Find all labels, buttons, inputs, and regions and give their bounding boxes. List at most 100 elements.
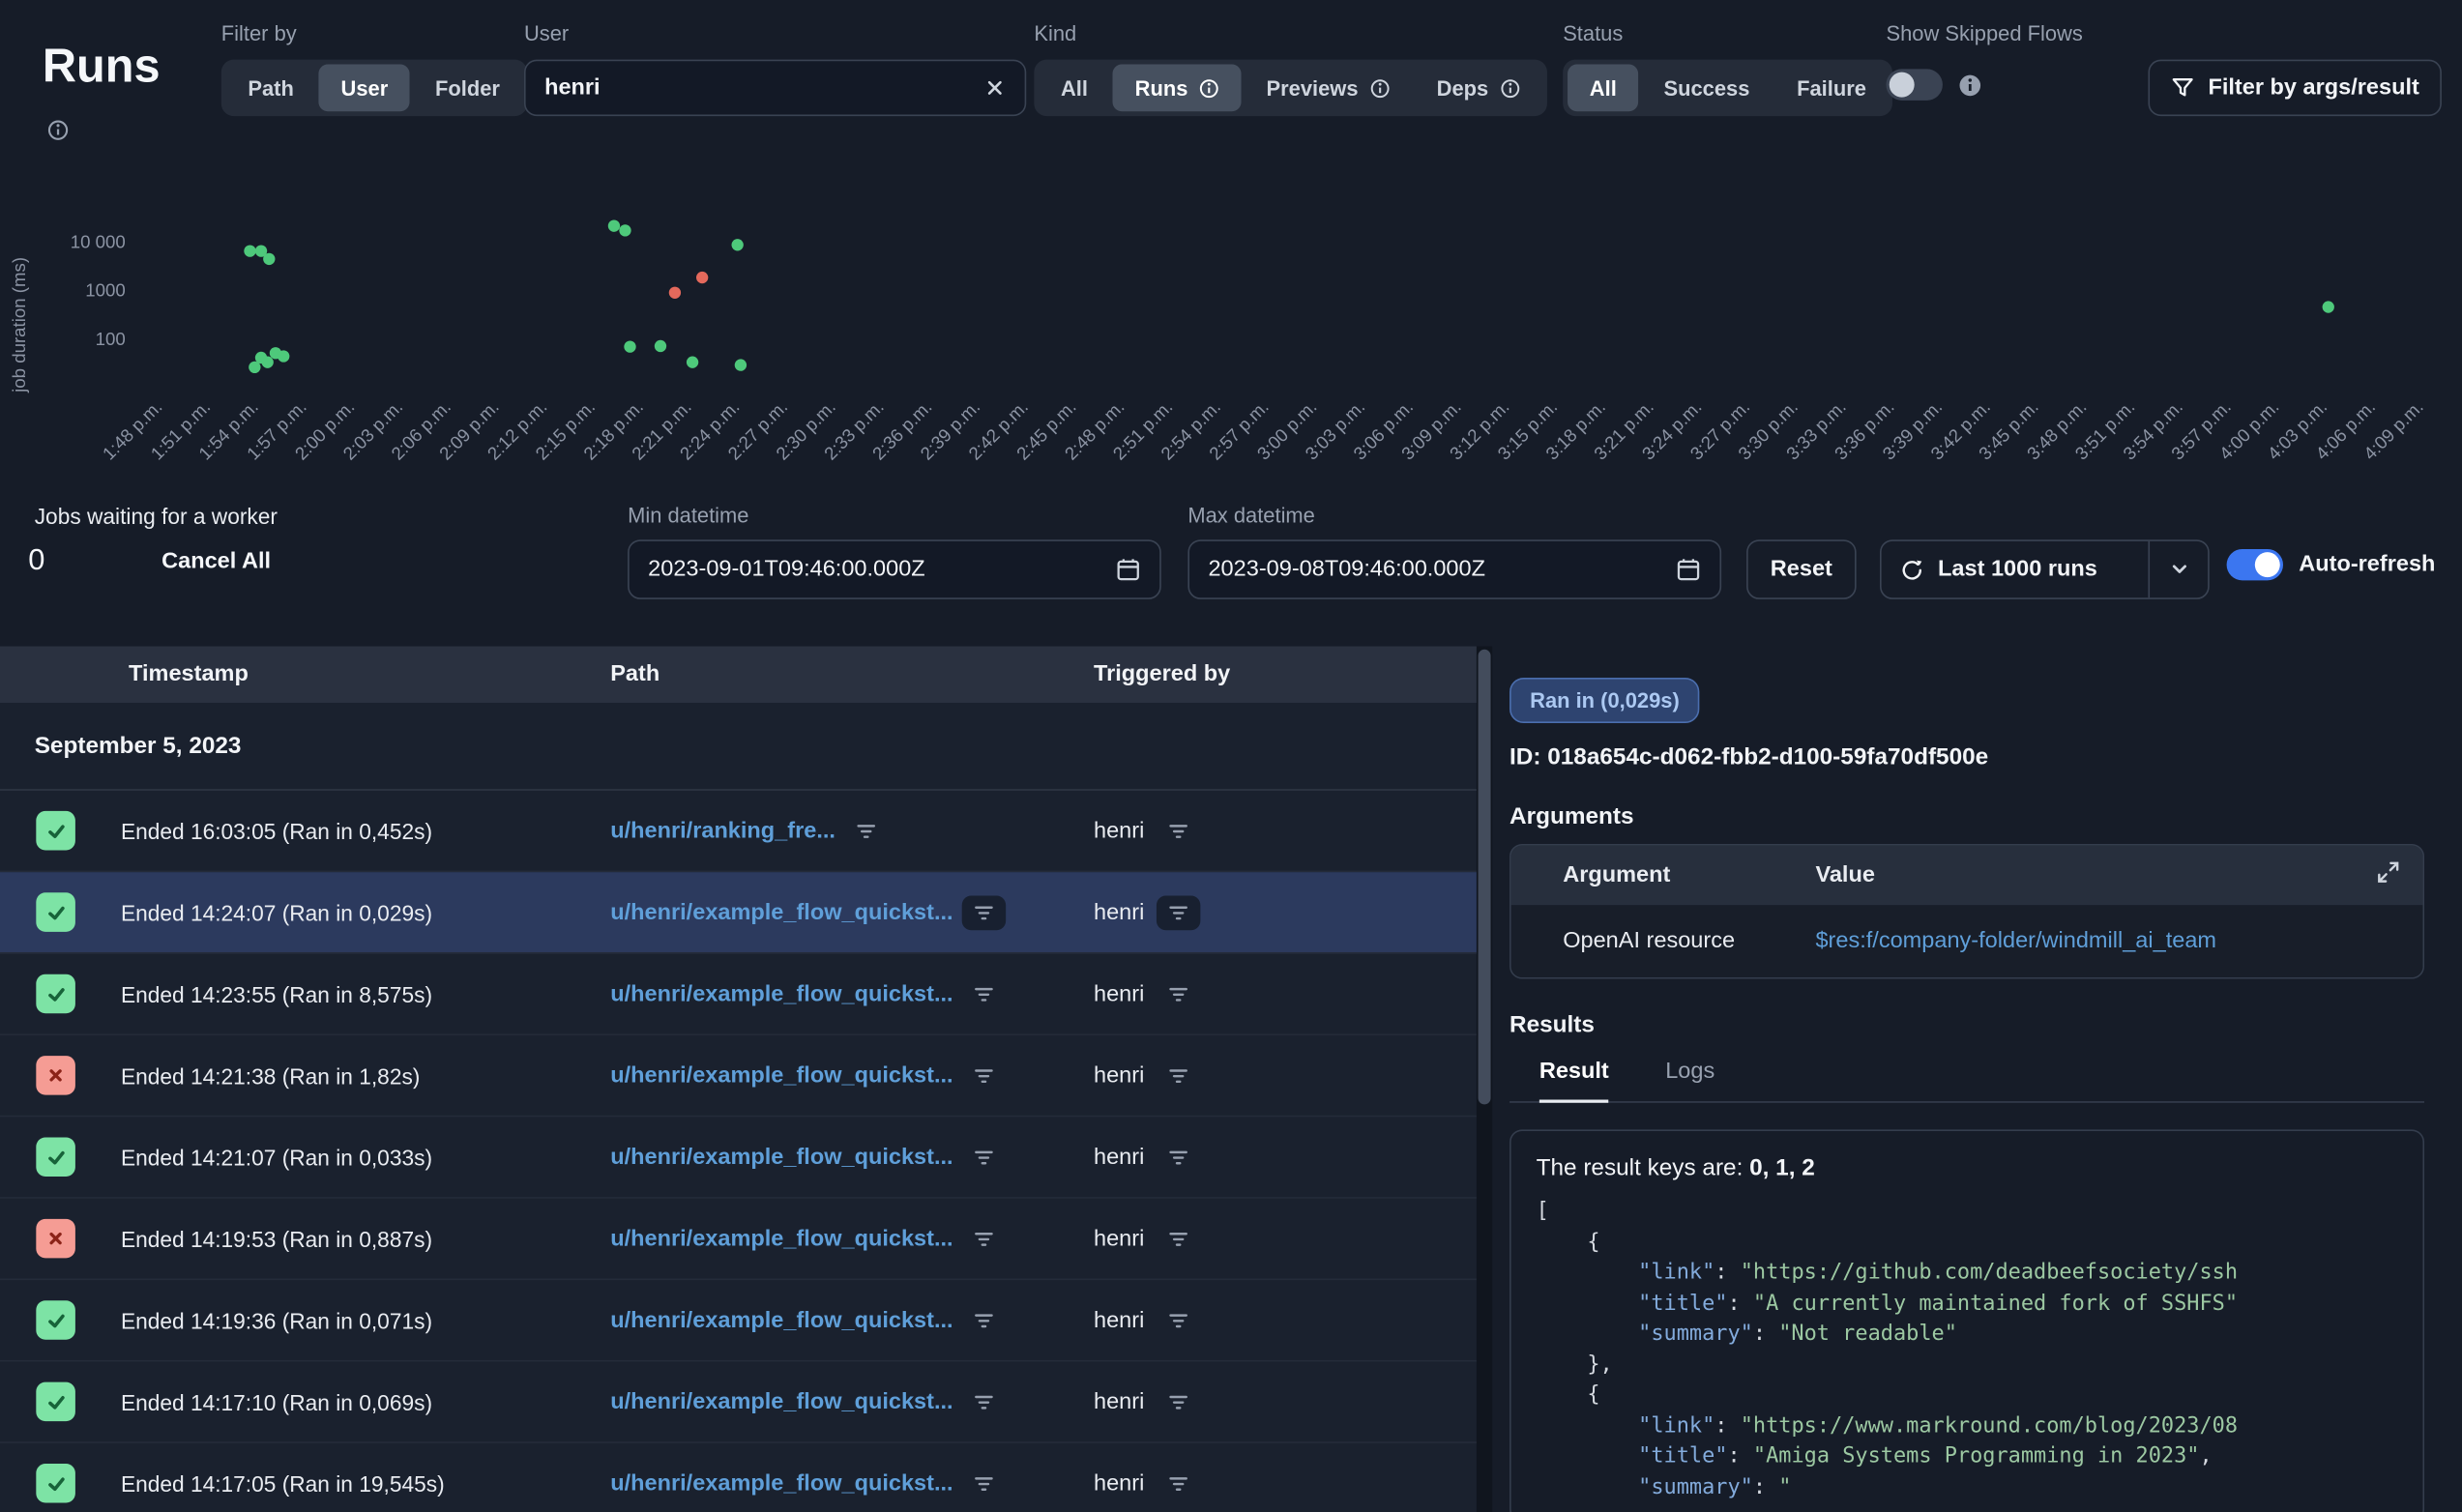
triggered-by-filter-icon[interactable] [1157,1140,1200,1175]
run-path-link[interactable]: u/henri/example_flow_quickst... [610,1145,953,1170]
status-all-button[interactable]: All [1568,65,1638,112]
path-filter-icon[interactable] [962,1384,1006,1419]
reset-button[interactable]: Reset [1746,539,1857,599]
run-path-link[interactable]: u/henri/example_flow_quickst... [610,900,953,925]
triggered-by-filter-icon[interactable] [1157,1466,1200,1500]
table-row[interactable]: Ended 14:17:10 (Ran in 0,069s)u/henri/ex… [0,1361,1477,1442]
filter-by-folder-button[interactable]: Folder [413,65,521,112]
kind-all-button[interactable]: All [1039,65,1109,112]
kind-previews-button[interactable]: Previews [1245,65,1412,112]
code-line: "summary": " [1537,1472,2398,1503]
min-datetime-input[interactable] [648,557,1116,582]
toggle-knob [1890,73,1915,98]
kind-group: All Runs Previews Deps [1034,60,1546,116]
info-icon[interactable] [1958,73,1981,96]
path-filter-icon[interactable] [962,1466,1006,1500]
svg-text:100: 100 [96,329,126,349]
run-path-link[interactable]: u/henri/ranking_fre... [610,818,835,843]
tab-logs[interactable]: Logs [1665,1059,1715,1102]
filter-by-user-button[interactable]: User [319,65,410,112]
column-triggered-by: Triggered by [1094,662,1477,687]
failure-x-icon [36,1219,75,1259]
result-tabs: Result Logs [1509,1059,2424,1102]
table-row[interactable]: Ended 14:21:07 (Ran in 0,033s)u/henri/ex… [0,1117,1477,1198]
user-input[interactable] [544,75,983,101]
run-triggered-by: henri [1094,900,1144,925]
table-row[interactable]: Ended 14:23:55 (Ran in 8,575s)u/henri/ex… [0,954,1477,1035]
path-filter-icon[interactable] [962,1221,1006,1256]
min-datetime-label: Min datetime [628,504,748,527]
run-triggered-by: henri [1094,818,1144,843]
success-check-icon [36,974,75,1014]
jobs-waiting-count: 0 [28,544,44,579]
calendar-icon[interactable] [1116,557,1141,582]
code-line: [ [1537,1197,2398,1228]
path-filter-icon[interactable] [962,1140,1006,1175]
info-icon[interactable] [47,119,70,141]
table-row[interactable]: Ended 14:17:05 (Ran in 19,545s)u/henri/e… [0,1443,1477,1512]
date-group-row: September 5, 2023 [0,703,1477,791]
auto-refresh-toggle[interactable] [2227,549,2283,580]
status-label: Status [1563,22,1623,45]
path-filter-icon[interactable] [962,1303,1006,1338]
status-success-button[interactable]: Success [1642,65,1772,112]
run-path-link[interactable]: u/henri/example_flow_quickst... [610,1062,953,1088]
run-triggered-by: henri [1094,1470,1144,1496]
filter-by-args-result-button[interactable]: Filter by args/result [2148,60,2441,116]
run-path-link[interactable]: u/henri/example_flow_quickst... [610,981,953,1006]
triggered-by-filter-icon[interactable] [1157,976,1200,1011]
auto-refresh-control: Auto-refresh [2227,549,2436,580]
triggered-by-filter-icon[interactable] [1157,1303,1200,1338]
run-path-link[interactable]: u/henri/example_flow_quickst... [610,1389,953,1414]
scrollbar-thumb[interactable] [1479,650,1491,1105]
triggered-by-filter-icon[interactable] [1157,1059,1200,1093]
triggered-by-filter-icon[interactable] [1157,813,1200,848]
argument-row: OpenAI resource $res:f/company-folder/wi… [1511,905,2423,977]
jobs-waiting-label: Jobs waiting for a worker [35,504,278,529]
code-line: "title": "A currently maintained fork of… [1537,1289,2398,1320]
failure-x-icon [36,1056,75,1095]
status-failure-button[interactable]: Failure [1774,65,1888,112]
table-row[interactable]: Ended 14:21:38 (Ran in 1,82s)u/henri/exa… [0,1035,1477,1117]
code-line: { [1537,1381,2398,1411]
result-viewer: The result keys are: 0, 1, 2 [ { "link":… [1509,1129,2424,1512]
table-row[interactable]: Ended 14:24:07 (Ran in 0,029s)u/henri/ex… [0,872,1477,953]
expand-icon[interactable] [2376,859,2401,890]
triggered-by-filter-icon[interactable] [1157,895,1200,930]
path-filter-icon[interactable] [845,813,889,848]
table-row[interactable]: Ended 16:03:05 (Ran in 0,452s)u/henri/ra… [0,791,1477,872]
filter-by-path-button[interactable]: Path [226,65,316,112]
run-path-link[interactable]: u/henri/example_flow_quickst... [610,1226,953,1251]
run-path-link[interactable]: u/henri/example_flow_quickst... [610,1308,953,1333]
user-label: User [524,22,569,45]
kind-label: Kind [1034,22,1076,45]
cancel-all-button[interactable]: Cancel All [161,549,271,574]
run-timestamp: Ended 14:24:07 (Ran in 0,029s) [75,900,610,925]
path-filter-icon[interactable] [962,976,1006,1011]
chevron-down-icon[interactable] [2148,541,2208,597]
argument-value-link[interactable]: $res:f/company-folder/windmill_ai_team [1815,929,2216,954]
run-path-link[interactable]: u/henri/example_flow_quickst... [610,1470,953,1496]
table-scrollbar[interactable] [1477,647,1492,1512]
table-row[interactable]: Ended 14:19:53 (Ran in 0,887s)u/henri/ex… [0,1199,1477,1280]
kind-runs-button[interactable]: Runs [1113,65,1242,112]
run-triggered-by: henri [1094,981,1144,1006]
table-row[interactable]: Ended 14:19:36 (Ran in 0,071s)u/henri/ex… [0,1280,1477,1361]
clear-icon[interactable] [983,77,1006,100]
run-triggered-by: henri [1094,1389,1144,1414]
job-duration-chart: job duration (ms)100100010 0001:48 p.m.1… [0,219,2447,541]
path-filter-icon[interactable] [962,1059,1006,1093]
max-datetime-input[interactable] [1208,557,1676,582]
kind-deps-button[interactable]: Deps [1415,65,1541,112]
last-1000-runs-button[interactable]: Last 1000 runs [1880,539,2210,599]
path-filter-icon[interactable] [962,895,1006,930]
triggered-by-filter-icon[interactable] [1157,1384,1200,1419]
calendar-icon[interactable] [1676,557,1701,582]
run-timestamp: Ended 16:03:05 (Ran in 0,452s) [75,818,610,843]
tab-result[interactable]: Result [1539,1059,1609,1102]
funnel-icon [2171,75,2196,101]
skipped-flows-toggle[interactable] [1886,69,1942,100]
triggered-by-filter-icon[interactable] [1157,1221,1200,1256]
run-triggered-by: henri [1094,1308,1144,1333]
code-line: { [1537,1228,2398,1259]
